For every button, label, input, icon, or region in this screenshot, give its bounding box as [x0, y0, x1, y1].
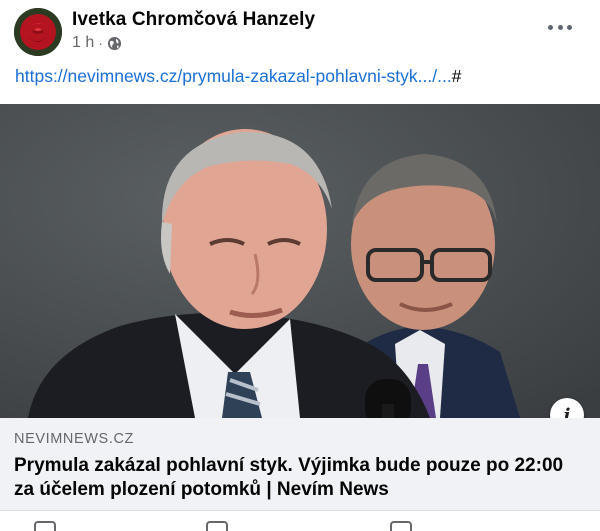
post-meta: 1 h ·: [72, 34, 122, 52]
rose-avatar-image: [14, 8, 62, 56]
like-icon[interactable]: [34, 521, 56, 531]
meta-separator: ·: [98, 35, 103, 51]
link-domain: NEVIMNEWS.CZ: [14, 431, 134, 447]
hashtag-text[interactable]: #: [452, 66, 462, 86]
post-time[interactable]: 1 h: [72, 34, 94, 52]
post-header: Ivetka Chromčová Hanzely 1 h ·: [0, 0, 600, 62]
post-link-line: https://nevimnews.cz/prymula-zakazal-poh…: [15, 66, 585, 87]
globe-icon: [107, 36, 122, 51]
author-name[interactable]: Ivetka Chromčová Hanzely: [72, 9, 315, 31]
more-options-icon[interactable]: [548, 20, 572, 34]
link-preview-card[interactable]: NEVIMNEWS.CZ Prymula zakázal pohlavní st…: [0, 418, 600, 510]
comment-icon[interactable]: [206, 521, 228, 531]
post-actions-bar: [0, 510, 600, 531]
news-photo: [0, 104, 600, 418]
link-preview-image[interactable]: [0, 104, 600, 418]
post-link[interactable]: https://nevimnews.cz/prymula-zakazal-poh…: [15, 66, 452, 86]
avatar[interactable]: [14, 8, 62, 56]
share-icon[interactable]: [390, 521, 412, 531]
link-title[interactable]: Prymula zakázal pohlavní styk. Výjimka b…: [14, 454, 574, 502]
